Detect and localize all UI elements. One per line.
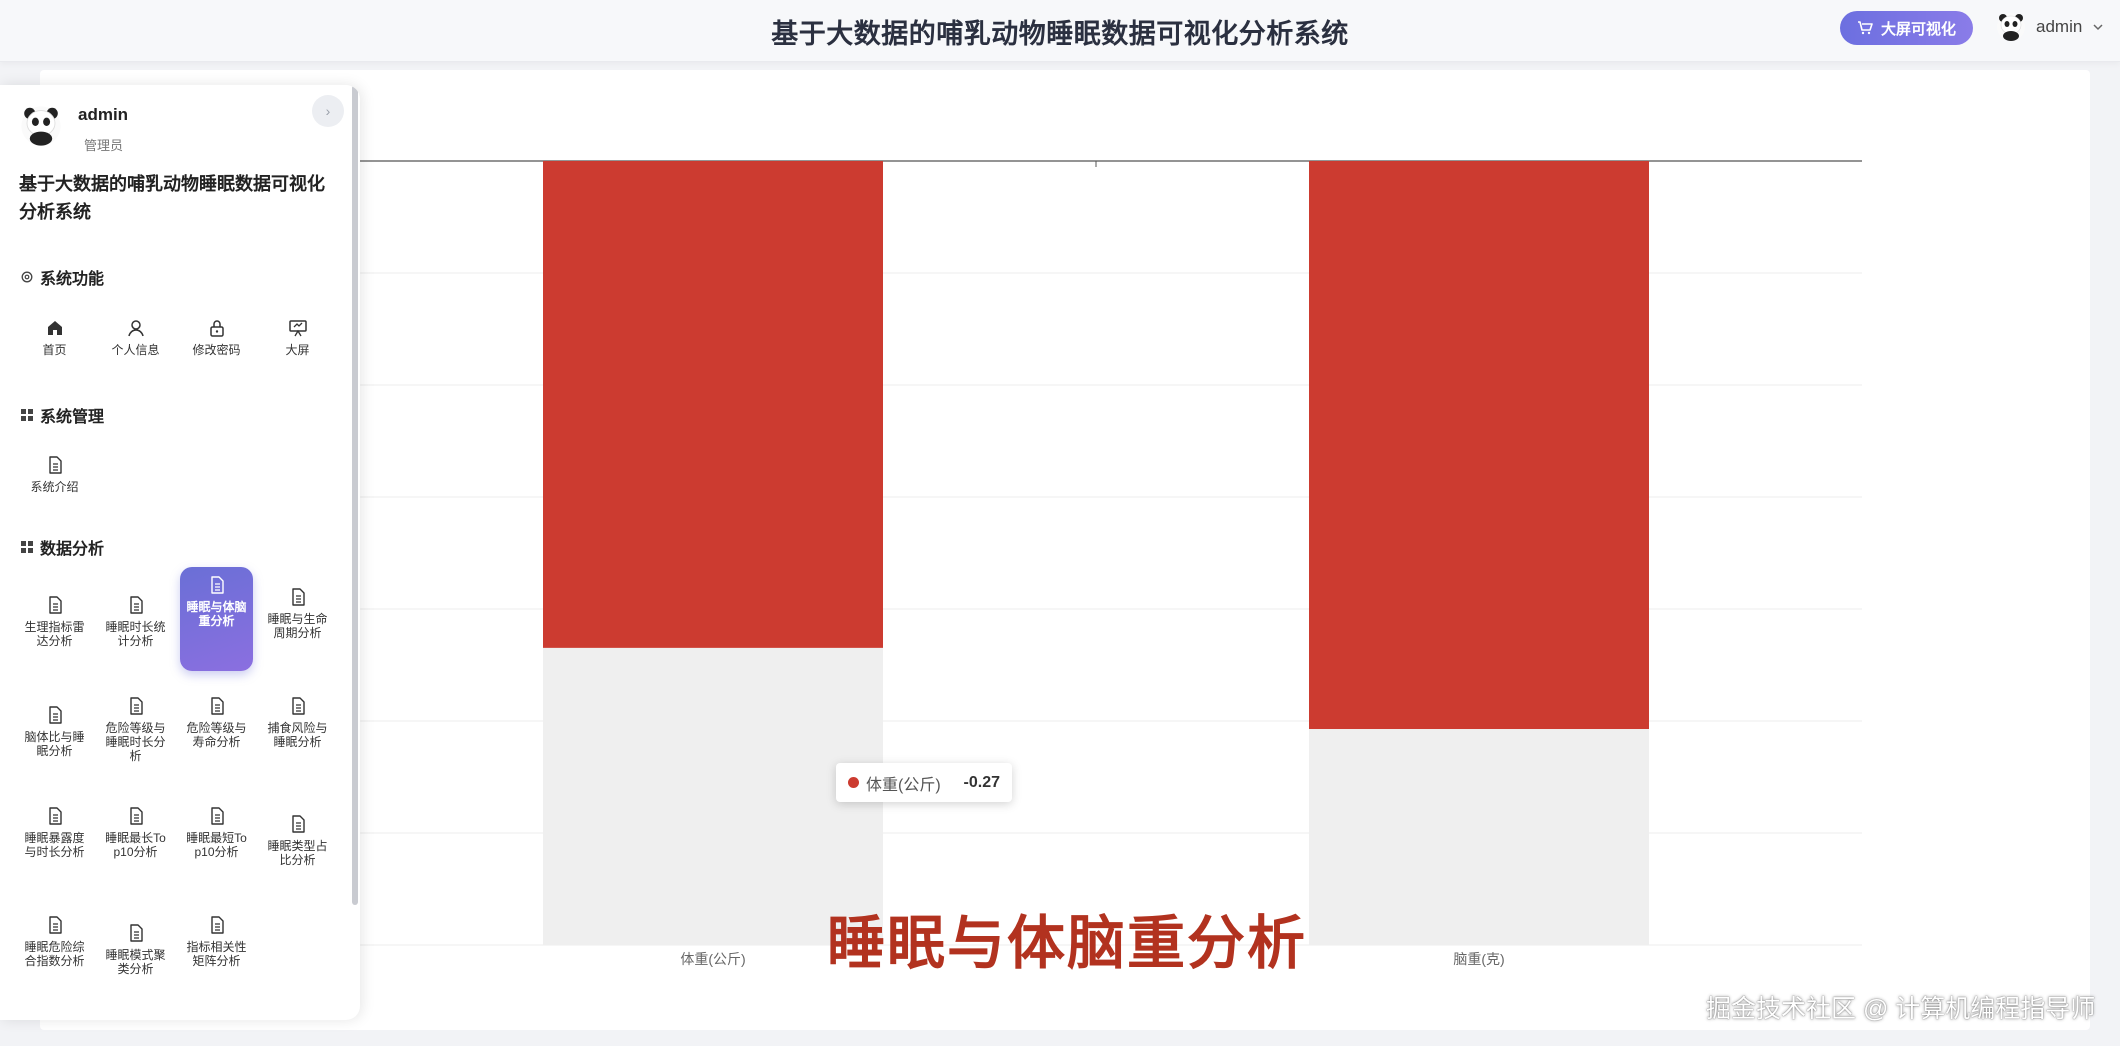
menu-item-danger-index[interactable]: 睡眠危险综合指数分析 [18, 907, 91, 1011]
menu-item-sleep-lifecycle[interactable]: 睡眠与生命周期分析 [261, 579, 334, 683]
document-icon [48, 596, 62, 614]
sidebar-scrollbar[interactable] [352, 85, 358, 905]
menu-item-radar-analysis[interactable]: 生理指标雷达分析 [18, 587, 91, 691]
tooltip-series-name: 体重(公斤) [866, 776, 941, 794]
menu-item-big-screen[interactable]: 大屏 [261, 310, 334, 414]
menu-item-sleep-cluster[interactable]: 睡眠模式聚类分析 [99, 915, 172, 1019]
overlay-caption: 睡眠与体脑重分析 [827, 911, 1308, 976]
document-icon [129, 807, 143, 825]
section-title-system-management: 系统管理 [20, 403, 104, 427]
menu-item-predation-risk[interactable]: 捕食风险与睡眠分析 [261, 688, 334, 792]
menu-item-home[interactable]: 首页 [18, 310, 91, 414]
document-icon [129, 596, 143, 614]
watermark: 掘金技术社区 @ 计算机编程指导师 [1706, 995, 2096, 1023]
chart-tooltip: 体重(公斤) -0.27 [836, 763, 1012, 802]
screen-icon [288, 320, 307, 337]
lock-icon [209, 320, 224, 337]
bar-0[interactable] [543, 161, 883, 648]
document-icon [48, 807, 62, 825]
document-icon [291, 588, 305, 606]
grid-icon [21, 541, 33, 553]
home-icon [47, 321, 62, 335]
menu-item-brain-body-ratio[interactable]: 脑体比与睡眠分析 [18, 697, 91, 801]
x-tick-label: 脑重(克) [1453, 951, 1504, 967]
section-title-system-functions: 系统功能 [20, 265, 104, 289]
document-icon [129, 924, 143, 942]
document-icon [48, 916, 62, 934]
document-icon [291, 815, 305, 833]
menu-item-sleep-duration-stats[interactable]: 睡眠时长统计分析 [99, 587, 172, 691]
grid-icon [21, 409, 33, 421]
menu-item-danger-lifespan[interactable]: 危险等级与寿命分析 [180, 688, 253, 792]
sidebar-username: admin [78, 105, 129, 124]
menu-item-correlation-matrix[interactable]: 指标相关性矩阵分析 [180, 907, 253, 1011]
menu-item-shortest-top10[interactable]: 睡眠最短Top10分析 [180, 798, 253, 902]
section-title-data-analysis: 数据分析 [20, 535, 104, 559]
tooltip-value: -0.27 [963, 773, 1000, 791]
document-icon [129, 697, 143, 715]
sidebar-role: 管理员 [84, 138, 124, 153]
menu-item-danger-sleep-duration[interactable]: 危险等级与睡眠时长分析 [99, 688, 172, 792]
document-icon [210, 916, 224, 934]
document-icon [210, 807, 224, 825]
menu-item-sleep-body-brain-weight[interactable]: 睡眠与体脑重分析 [180, 567, 253, 671]
menu-item-profile[interactable]: 个人信息 [99, 310, 172, 414]
bar-1[interactable] [1309, 161, 1649, 730]
menu-item-longest-top10[interactable]: 睡眠最长Top10分析 [99, 798, 172, 902]
menu-item-change-password[interactable]: 修改密码 [180, 310, 253, 414]
menu-item-sleep-type-ratio[interactable]: 睡眠类型占比分析 [261, 806, 334, 910]
tooltip-series-dot [848, 777, 859, 788]
sidebar-collapse-button[interactable]: › [312, 95, 344, 127]
sidebar-avatar [21, 106, 61, 146]
x-tick-label: 体重(公斤) [680, 951, 745, 967]
gear-icon [21, 271, 33, 283]
document-icon [210, 576, 224, 594]
user-icon [127, 320, 144, 337]
document-icon [48, 456, 62, 474]
document-icon [210, 697, 224, 715]
menu-item-sleep-exposure[interactable]: 睡眠暴露度与时长分析 [18, 798, 91, 902]
document-icon [48, 706, 62, 724]
sidebar: › admin 管理员 基于大数据的哺乳动物睡眠数据可视化分析系统 系统功能 首… [0, 85, 360, 1020]
document-icon [291, 697, 305, 715]
sidebar-system-name: 基于大数据的哺乳动物睡眠数据可视化分析系统 [19, 174, 325, 222]
